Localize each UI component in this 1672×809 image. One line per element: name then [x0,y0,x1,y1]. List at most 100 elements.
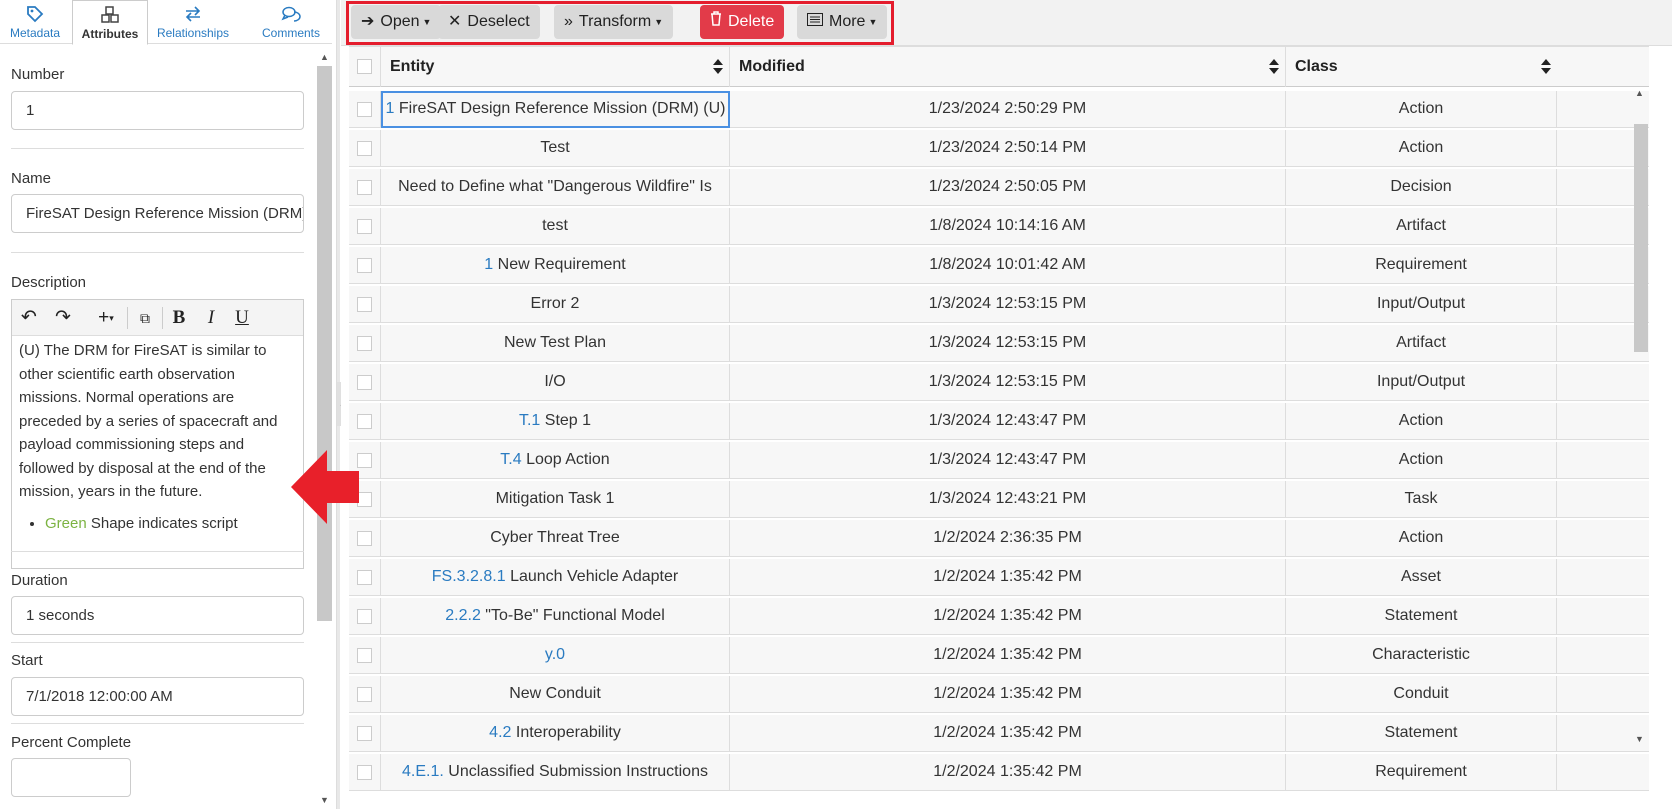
entity-cell[interactable]: 1 New Requirement [381,247,730,284]
table-row[interactable]: y.0 1/2/2024 1:35:42 PM Characteristic [349,637,1649,674]
row-checkbox[interactable] [357,375,372,390]
row-select-cell [349,754,381,791]
entity-cell[interactable]: test [381,208,730,245]
table-row[interactable]: Mitigation Task 1 1/3/2024 12:43:21 PM Tas… [349,481,1649,518]
table-row[interactable]: T.4 Loop Action 1/3/2024 12:43:47 PM Actio… [349,442,1649,479]
row-checkbox[interactable] [357,765,372,780]
row-checkbox[interactable] [357,687,372,702]
column-header-modified[interactable]: Modified [730,47,1286,87]
entity-number[interactable]: T.1 [519,412,540,429]
description-text-area[interactable]: (U) The DRM for FireSAT is similar to ot… [12,336,303,538]
entity-number[interactable]: 4.E.1. [402,763,444,780]
table-row[interactable]: FS.3.2.8.1 Launch Vehicle Adapter 1/2/202… [349,559,1649,596]
table-row[interactable]: 1 FireSAT Design Reference Mission (DRM)… [349,91,1649,128]
scrollbar-thumb[interactable] [317,66,332,621]
scroll-up-icon[interactable]: ▲ [320,52,329,62]
undo-icon[interactable]: ↶ [18,306,40,330]
select-all-checkbox[interactable] [357,59,372,74]
entity-cell[interactable]: New Conduit [381,676,730,713]
row-checkbox[interactable] [357,297,372,312]
entity-cell[interactable]: New Test Plan [381,325,730,362]
scroll-down-icon[interactable]: ▼ [320,795,329,805]
row-checkbox[interactable] [357,609,372,624]
entity-cell[interactable]: Test [381,130,730,167]
table-row[interactable]: Need to Define what "Dangerous Wildfire"… [349,169,1649,206]
tab-relationships[interactable]: Relationships [150,0,236,44]
entity-cell[interactable]: 2.2.2 "To-Be" Functional Model [381,598,730,635]
table-row[interactable]: Test 1/23/2024 2:50:14 PM Action [349,130,1649,167]
scrollbar-thumb[interactable] [1634,124,1648,352]
entity-cell[interactable]: T.4 Loop Action [381,442,730,479]
row-checkbox[interactable] [357,453,372,468]
entity-cell[interactable]: Cyber Threat Tree [381,520,730,557]
row-checkbox[interactable] [357,531,372,546]
left-scrollbar[interactable]: ▲ ▼ [317,52,332,809]
duration-field[interactable]: 1 seconds [11,596,304,635]
entity-number[interactable]: T.4 [500,451,521,468]
table-row[interactable]: test 1/8/2024 10:14:16 AM Artifact [349,208,1649,245]
row-checkbox[interactable] [357,102,372,117]
row-checkbox[interactable] [357,492,372,507]
row-checkbox[interactable] [357,648,372,663]
row-checkbox[interactable] [357,726,372,741]
start-field[interactable]: 7/1/2018 12:00:00 AM [11,677,304,716]
table-row[interactable]: New Conduit 1/2/2024 1:35:42 PM Conduit [349,676,1649,713]
entity-number[interactable]: 4.2 [489,724,511,741]
row-checkbox[interactable] [357,336,372,351]
sort-icon[interactable] [713,59,723,75]
divider [162,307,163,329]
entity-cell[interactable]: y.0 [381,637,730,674]
entity-cell[interactable]: Need to Define what "Dangerous Wildfire"… [381,169,730,206]
table-row[interactable]: 2.2.2 "To-Be" Functional Model 1/2/2024 1… [349,598,1649,635]
table-row[interactable]: I/O 1/3/2024 12:53:15 PM Input/Output [349,364,1649,401]
entity-cell[interactable]: Mitigation Task 1 [381,481,730,518]
entity-name: Loop Action [526,451,610,468]
percent-complete-field[interactable] [11,758,131,797]
tab-attributes[interactable]: Attributes [72,0,148,45]
entity-cell[interactable]: 4.E.1. Unclassified Submission Instructi… [381,754,730,791]
insert-dropdown-icon[interactable]: +▾ [90,306,122,330]
table-row[interactable]: New Test Plan 1/3/2024 12:53:15 PM Artifac… [349,325,1649,362]
entity-number[interactable]: y.0 [545,646,565,663]
sort-icon[interactable] [1541,59,1551,75]
italic-icon[interactable]: I [200,306,222,330]
entity-cell[interactable]: 1 FireSAT Design Reference Mission (DRM)… [381,91,730,128]
entity-number[interactable]: FS.3.2.8.1 [432,568,506,585]
tab-comments[interactable]: Comments [250,0,332,44]
entity-cell[interactable]: Error 2 [381,286,730,323]
entity-cell[interactable]: 4.2 Interoperability [381,715,730,752]
table-row[interactable]: 1 New Requirement 1/8/2024 10:01:42 AM Req… [349,247,1649,284]
entity-number[interactable]: 1 [484,256,493,273]
redo-icon[interactable]: ↷ [52,306,74,330]
grid-scrollbar[interactable]: ▲ ▼ [1632,88,1649,788]
tab-attributes-label: Attributes [81,27,139,41]
entity-number[interactable]: 1 [386,100,395,117]
table-row[interactable]: 4.E.1. Unclassified Submission Instructi… [349,754,1649,791]
table-row[interactable]: T.1 Step 1 1/3/2024 12:43:47 PM Action [349,403,1649,440]
scroll-down-icon[interactable]: ▼ [1635,734,1644,744]
table-row[interactable]: Cyber Threat Tree 1/2/2024 2:36:35 PM Acti… [349,520,1649,557]
entity-cell[interactable]: FS.3.2.8.1 Launch Vehicle Adapter [381,559,730,596]
row-checkbox[interactable] [357,570,372,585]
entity-cell[interactable]: T.1 Step 1 [381,403,730,440]
row-checkbox[interactable] [357,258,372,273]
column-header-entity[interactable]: Entity [381,47,730,87]
sort-icon[interactable] [1269,59,1279,75]
entity-number[interactable]: 2.2.2 [445,607,481,624]
embed-icon[interactable]: ⧉ [134,306,156,330]
entity-cell[interactable]: I/O [381,364,730,401]
row-checkbox[interactable] [357,414,372,429]
row-checkbox[interactable] [357,180,372,195]
table-row[interactable]: Error 2 1/3/2024 12:53:15 PM Input/Output [349,286,1649,323]
table-row[interactable]: 4.2 Interoperability 1/2/2024 1:35:42 PM S… [349,715,1649,752]
underline-icon[interactable]: U [231,306,253,330]
scroll-up-icon[interactable]: ▲ [1635,88,1644,98]
tab-metadata[interactable]: Metadata [0,0,70,44]
class-cell: Requirement [1286,754,1557,791]
number-field[interactable]: 1 [11,91,304,130]
bold-icon[interactable]: B [168,306,190,330]
row-checkbox[interactable] [357,219,372,234]
column-header-class[interactable]: Class [1286,47,1557,87]
row-checkbox[interactable] [357,141,372,156]
name-field[interactable]: FireSAT Design Reference Mission (DRM) (… [11,194,304,233]
